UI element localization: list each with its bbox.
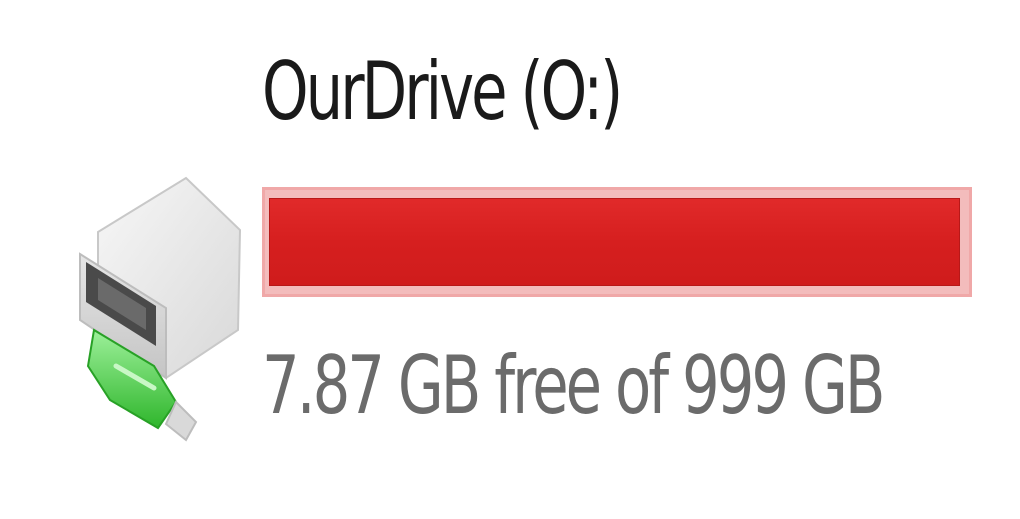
free-space-text: 7.87 GB free of 999 GB bbox=[262, 339, 885, 432]
storage-usage-fill bbox=[269, 198, 960, 286]
storage-usage-bar bbox=[262, 187, 972, 297]
drive-name: OurDrive (O:) bbox=[262, 45, 623, 138]
drive-tile[interactable]: OurDrive (O:) 7.87 GB free of 999 GB bbox=[0, 0, 1020, 519]
network-drive-icon bbox=[58, 170, 248, 460]
